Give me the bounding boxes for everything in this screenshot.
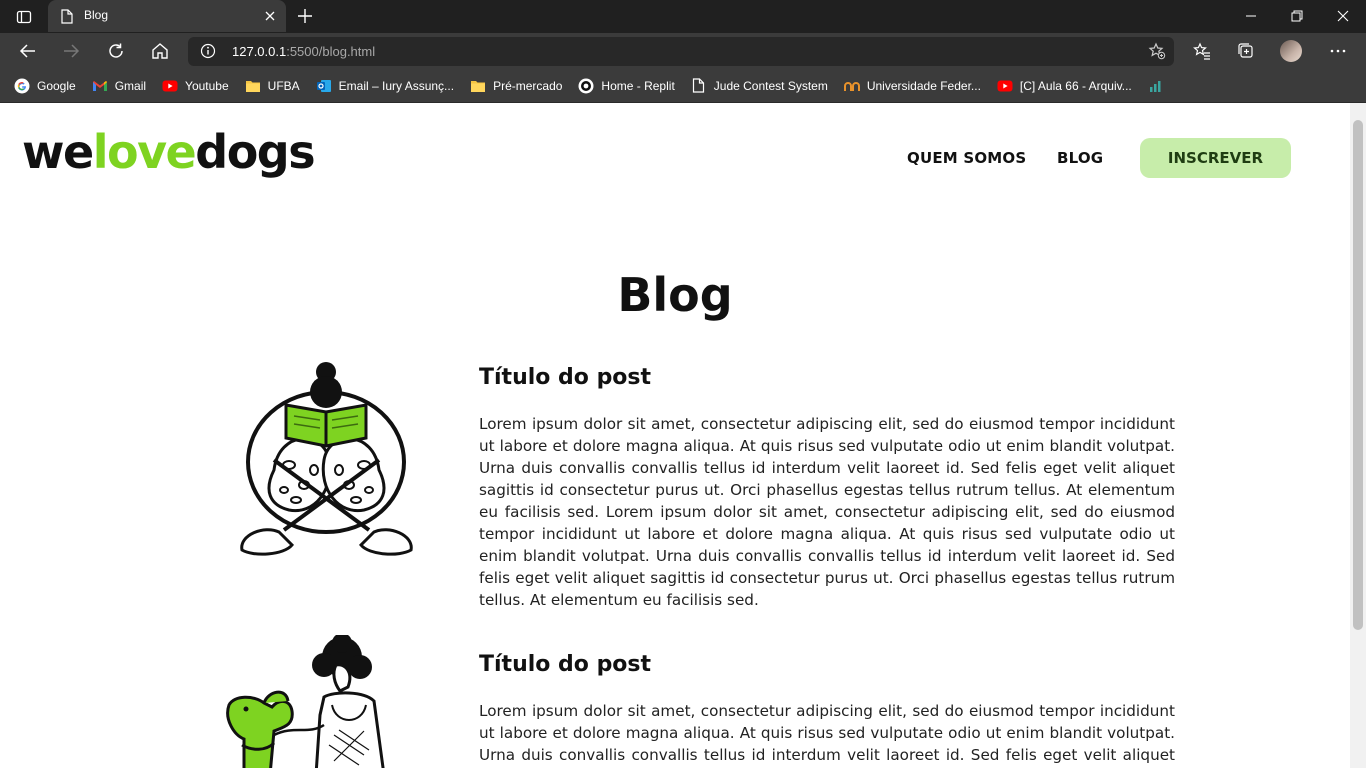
tab-actions-icon[interactable] bbox=[10, 6, 38, 28]
site-logo[interactable]: welovedogs bbox=[22, 129, 316, 175]
logo-text-we: we bbox=[22, 125, 94, 179]
bookmark-label: UFBA bbox=[267, 78, 300, 93]
bookmark-label: Email – Iury Assunç... bbox=[338, 78, 455, 93]
url-host: 127.0.0.1 bbox=[232, 44, 287, 59]
bookmark-aula66[interactable]: [C] Aula 66 - Arquiv... bbox=[997, 78, 1132, 94]
bookmark-label: Jude Contest System bbox=[713, 78, 828, 93]
restore-button[interactable] bbox=[1274, 0, 1320, 32]
new-tab-button[interactable] bbox=[296, 7, 316, 27]
bookmark-google[interactable]: Google bbox=[14, 78, 76, 94]
bookmark-jude[interactable]: Jude Contest System bbox=[691, 78, 828, 94]
bookmark-pre-mercado[interactable]: Pré-mercado bbox=[470, 78, 562, 94]
forward-button[interactable] bbox=[57, 38, 85, 64]
folder-icon bbox=[470, 78, 486, 94]
bookmark-replit[interactable]: Home - Replit bbox=[578, 78, 675, 94]
browser-tab-active[interactable]: Blog bbox=[48, 0, 286, 32]
avatar bbox=[1280, 40, 1302, 62]
bookmark-label: Youtube bbox=[185, 78, 229, 93]
youtube-icon bbox=[997, 78, 1013, 94]
post-title[interactable]: Título do post bbox=[479, 365, 651, 390]
browser-toolbar: 127.0.0.1:5500/blog.html bbox=[0, 33, 1366, 69]
home-button[interactable] bbox=[146, 38, 174, 64]
url-text[interactable]: 127.0.0.1:5500/blog.html bbox=[232, 44, 375, 59]
university-icon bbox=[843, 78, 860, 94]
scrollbar-thumb[interactable] bbox=[1353, 120, 1363, 630]
logo-text-love: love bbox=[92, 125, 197, 179]
page-scrollbar[interactable] bbox=[1350, 103, 1366, 768]
person-reading-illustration bbox=[234, 350, 419, 563]
bookmark-email[interactable]: Email – Iury Assunç... bbox=[316, 78, 454, 94]
back-button[interactable] bbox=[14, 38, 42, 64]
bookmark-label: Home - Replit bbox=[601, 78, 675, 93]
address-bar[interactable]: 127.0.0.1:5500/blog.html bbox=[188, 37, 1174, 66]
bookmark-label: [C] Aula 66 - Arquiv... bbox=[1019, 78, 1132, 93]
bookmark-label: Gmail bbox=[114, 78, 147, 93]
bookmark-label: Universidade Feder... bbox=[866, 78, 981, 93]
logo-text-dogs: dogs bbox=[195, 125, 315, 179]
page-icon bbox=[691, 78, 707, 94]
person-with-dog-illustration bbox=[224, 633, 394, 768]
tab-title: Blog bbox=[84, 8, 109, 22]
url-path: :5500/blog.html bbox=[286, 44, 376, 59]
minimize-button[interactable] bbox=[1228, 0, 1274, 32]
nav-link-blog[interactable]: BLOG bbox=[1057, 149, 1103, 167]
info-icon[interactable] bbox=[200, 43, 216, 64]
bookmark-analytics[interactable] bbox=[1148, 78, 1164, 94]
add-favorite-icon[interactable] bbox=[1148, 42, 1166, 65]
browser-titlebar: Blog bbox=[0, 0, 1366, 33]
more-menu-icon[interactable] bbox=[1324, 38, 1352, 64]
nav-link-about[interactable]: QUEM SOMOS bbox=[907, 149, 1026, 167]
profile-avatar[interactable] bbox=[1277, 38, 1305, 64]
replit-icon bbox=[578, 78, 594, 94]
page-viewport: welovedogs QUEM SOMOS BLOG INSCREVER Blo… bbox=[0, 103, 1350, 768]
close-tab-icon[interactable] bbox=[264, 9, 276, 27]
youtube-icon bbox=[162, 78, 178, 94]
bookmark-youtube[interactable]: Youtube bbox=[162, 78, 229, 94]
bar-chart-icon bbox=[1148, 78, 1164, 94]
folder-icon bbox=[245, 78, 261, 94]
page-title: Blog bbox=[617, 268, 733, 322]
post-title[interactable]: Título do post bbox=[479, 652, 651, 677]
post-body: Lorem ipsum dolor sit amet, consectetur … bbox=[479, 702, 1175, 764]
bookmark-gmail[interactable]: Gmail bbox=[92, 78, 146, 94]
bookmark-label: Google bbox=[37, 78, 76, 93]
close-window-button[interactable] bbox=[1320, 0, 1366, 32]
bookmark-label: Pré-mercado bbox=[493, 78, 563, 93]
page-icon bbox=[60, 9, 74, 29]
outlook-icon bbox=[316, 78, 332, 94]
post-body: Lorem ipsum dolor sit amet, consectetur … bbox=[479, 415, 1175, 609]
bookmark-ufba[interactable]: UFBA bbox=[245, 78, 300, 94]
favorites-icon[interactable] bbox=[1188, 38, 1216, 64]
subscribe-button[interactable]: INSCREVER bbox=[1140, 138, 1291, 178]
collections-icon[interactable] bbox=[1232, 38, 1260, 64]
reload-button[interactable] bbox=[102, 38, 130, 64]
gmail-icon bbox=[92, 78, 108, 94]
bookmarks-bar: Google Gmail Youtube UFBA Email – Iury A… bbox=[0, 69, 1366, 103]
google-icon bbox=[14, 78, 30, 94]
bookmark-universidade[interactable]: Universidade Feder... bbox=[843, 78, 981, 94]
